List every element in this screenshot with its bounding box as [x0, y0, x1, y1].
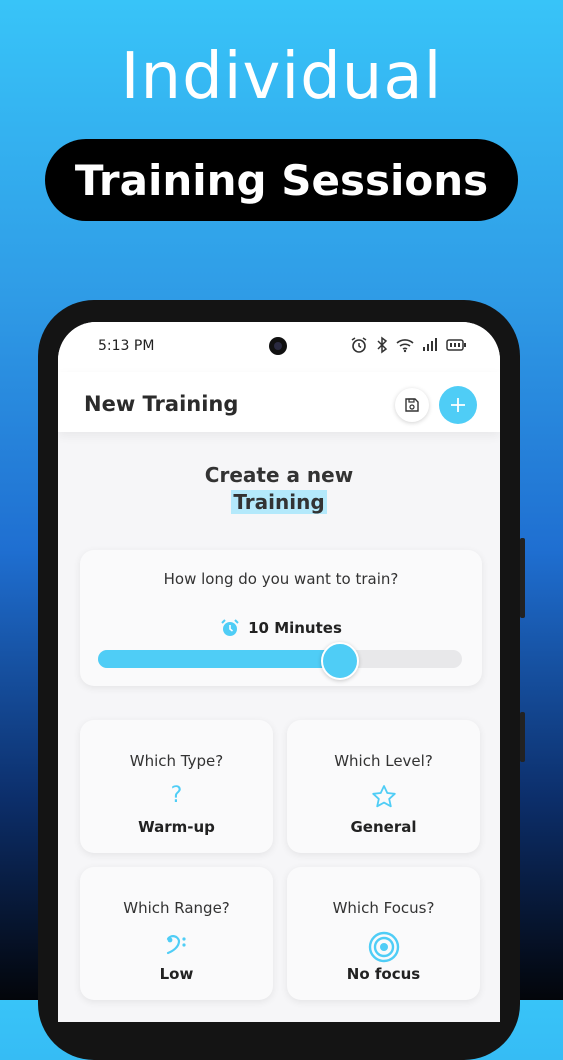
type-card[interactable]: Which Type? ? Warm-up [80, 720, 273, 853]
type-value: Warm-up [138, 818, 215, 836]
intro-line-1: Create a new [204, 463, 354, 487]
duration-slider-thumb[interactable] [321, 642, 360, 680]
level-value: General [350, 818, 417, 836]
duration-value: 10 Minutes [80, 618, 482, 638]
alarm-clock-icon [221, 619, 239, 636]
add-button[interactable] [439, 386, 477, 424]
app-bar: New Training [58, 372, 500, 432]
bass-clef-icon [166, 935, 186, 955]
status-time: 5:13 PM [98, 338, 155, 354]
signal-icon [423, 338, 437, 351]
status-icons [350, 336, 466, 354]
promo-headline: Individual [120, 40, 443, 114]
focus-value: No focus [346, 965, 421, 983]
duration-slider-fill [98, 650, 339, 668]
target-icon [368, 931, 399, 963]
duration-slider[interactable] [98, 642, 462, 680]
phone-volume-button [520, 538, 525, 618]
level-question: Which Level? [334, 752, 433, 770]
battery-icon [446, 339, 466, 351]
intro-line-2: Training [231, 490, 327, 514]
duration-value-label: 10 Minutes [248, 619, 342, 637]
status-bar: 5:13 PM [58, 322, 500, 372]
save-icon [405, 398, 419, 412]
phone-power-button [520, 712, 525, 762]
phone-screen: 5:13 PM New Training Create a new Traini… [58, 322, 500, 1022]
alarm-icon [351, 337, 367, 353]
focus-card[interactable]: Which Focus? No focus [287, 867, 480, 1000]
promo-subheadline-text: Training Sessions [74, 155, 489, 205]
front-camera [269, 337, 287, 355]
range-card[interactable]: Which Range? Low [80, 867, 273, 1000]
focus-question: Which Focus? [332, 899, 435, 917]
duration-question: How long do you want to train? [163, 570, 399, 588]
promo-subheadline: Training Sessions [45, 139, 518, 221]
level-card[interactable]: Which Level? General [287, 720, 480, 853]
wifi-icon [396, 339, 414, 353]
range-value: Low [159, 965, 194, 983]
duration-card: How long do you want to train? 10 Minute… [80, 550, 482, 686]
intro-heading: Create a new Training [58, 462, 500, 516]
type-question: Which Type? [129, 752, 224, 770]
bluetooth-icon [377, 336, 388, 354]
question-mark-icon: ? [170, 783, 183, 808]
range-question: Which Range? [123, 899, 230, 917]
page-title: New Training [84, 392, 239, 416]
plus-icon [451, 398, 465, 412]
save-button[interactable] [395, 388, 429, 422]
star-icon [371, 785, 396, 808]
